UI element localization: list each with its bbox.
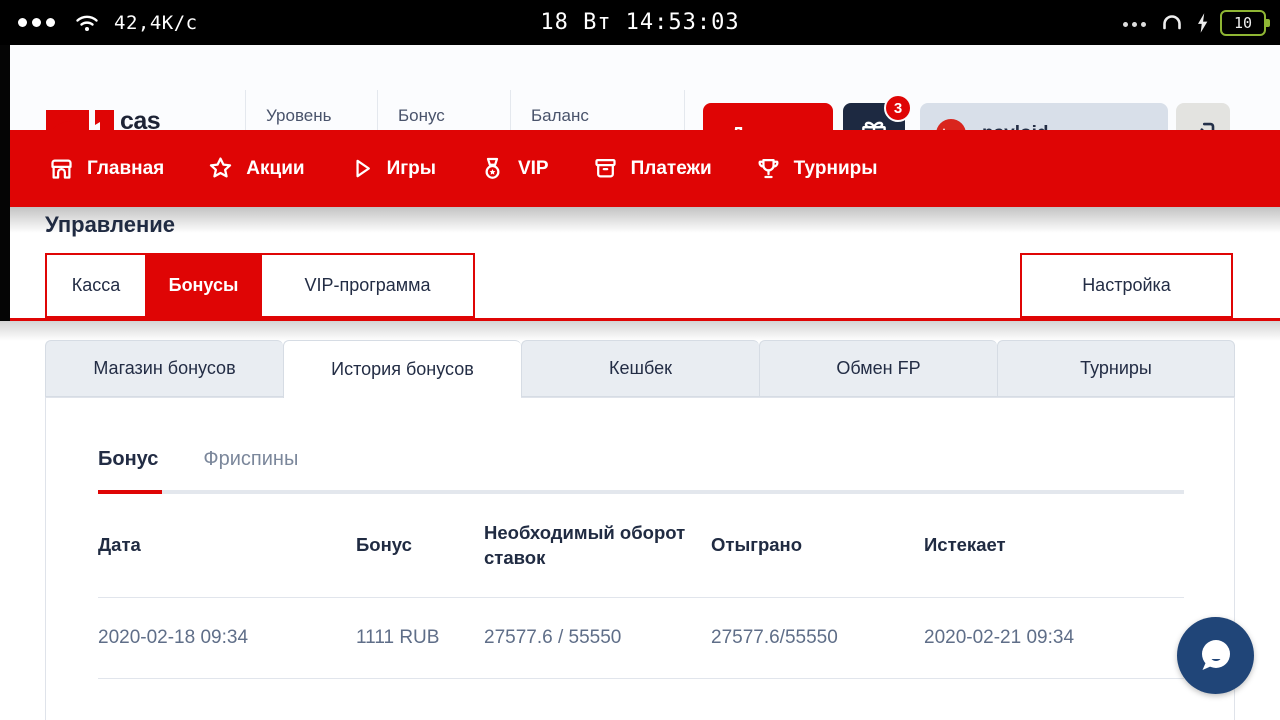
charging-bolt-icon — [1194, 11, 1210, 35]
bonus-section-tabs: Магазин бонусов История бонусов Кешбек О… — [45, 340, 1235, 398]
nav-item-games[interactable]: Игры — [348, 155, 436, 182]
nav-label: Платежи — [630, 157, 712, 179]
red-divider-line — [0, 318, 1280, 321]
nav-item-payments[interactable]: Платежи — [592, 155, 712, 182]
nav-label: Главная — [87, 157, 165, 179]
android-status-bar: 42,4K/c 18 Вт 14:53:03 10 — [0, 0, 1280, 45]
medal-icon — [485, 157, 500, 179]
play-icon — [356, 159, 370, 178]
subtab-bonus-history[interactable]: История бонусов — [283, 340, 521, 398]
cell-bonus: 1111 RUB — [356, 598, 484, 679]
management-tabs: Касса Бонусы VIP-программа — [45, 253, 475, 318]
nav-label: Акции — [246, 157, 305, 179]
nav-item-home[interactable]: Главная — [48, 155, 164, 182]
chat-bubble-icon — [1201, 639, 1230, 670]
notification-dots-icon — [18, 14, 60, 32]
status-date: 18 Вт — [540, 10, 612, 35]
nav-item-promotions[interactable]: Акции — [207, 155, 305, 182]
bonus-label: Бонус — [398, 106, 445, 125]
cell-required-turnover: 27577.6 / 55550 — [484, 598, 711, 679]
status-clock: 14:53:03 — [625, 10, 740, 35]
live-chat-button[interactable] — [1177, 617, 1254, 694]
cashbox-icon — [594, 158, 616, 178]
cell-wagered: 27577.6/55550 — [711, 598, 924, 679]
battery-indicator: 10 — [1220, 9, 1270, 36]
page-title: Управление — [45, 212, 176, 237]
history-type-tabs: Бонус Фриспины — [98, 448, 298, 489]
level-label: Уровень — [266, 106, 332, 125]
screen-edge-strip — [0, 45, 10, 321]
tab-cashier[interactable]: Касса — [45, 253, 145, 318]
cell-expires: 2020-02-21 09:34 — [924, 598, 1184, 679]
divider-shadow — [0, 321, 1280, 341]
star-icon — [210, 157, 232, 178]
nav-label: Игры — [386, 157, 436, 179]
col-header-wagered: Отыграно — [711, 494, 924, 598]
tab-bonuses[interactable]: Бонусы — [145, 253, 260, 318]
nav-item-vip[interactable]: VIP — [479, 155, 549, 182]
col-header-bonus: Бонус — [356, 494, 484, 598]
nav-item-tournaments[interactable]: Турниры — [755, 155, 878, 182]
gift-count-badge: 3 — [884, 94, 912, 122]
bonus-history-card: Бонус Фриспины Дата Бонус Необходимый об… — [45, 397, 1235, 720]
tab-bonus-history-bonus[interactable]: Бонус — [98, 448, 158, 489]
subtab-fp-exchange[interactable]: Обмен FP — [759, 340, 997, 397]
tab-vip-program[interactable]: VIP-программа — [260, 253, 475, 318]
nav-label: VIP — [517, 157, 549, 179]
subtab-tournaments[interactable]: Турниры — [997, 340, 1235, 397]
balance-label: Баланс — [531, 106, 589, 125]
col-header-date: Дата — [98, 494, 356, 598]
tab-bonus-history-freespins[interactable]: Фриспины — [203, 448, 298, 489]
cell-date: 2020-02-18 09:34 — [98, 598, 356, 679]
navbar-shadow — [0, 207, 1280, 233]
storefront-icon — [51, 159, 72, 179]
tab-settings[interactable]: Настройка — [1020, 253, 1233, 318]
col-header-expires: Истекает — [924, 494, 1184, 598]
nav-label: Турниры — [793, 157, 878, 179]
network-speed: 42,4K/c — [114, 11, 198, 34]
wifi-icon — [74, 12, 100, 34]
main-navigation: Главная Акции Игры VIP Платежи Турниры — [0, 130, 1280, 207]
trophy-icon — [758, 158, 779, 179]
casino-app-screen: 42,4K/c 18 Вт 14:53:03 10 cas Уровень Бо… — [0, 0, 1280, 720]
subtab-cashback[interactable]: Кешбек — [521, 340, 759, 397]
col-header-required-turnover: Необходимый оборот ставок — [484, 494, 711, 598]
app-header: cas ino Уровень 1 Бонус 6777.9 ₽ Баланс … — [0, 45, 1280, 175]
subtab-bonus-shop[interactable]: Магазин бонусов — [45, 340, 283, 397]
more-dots-icon — [1123, 14, 1150, 32]
bonus-history-table: Дата Бонус Необходимый оборот ставок Оты… — [98, 494, 1184, 679]
headphones-icon — [1160, 11, 1184, 35]
